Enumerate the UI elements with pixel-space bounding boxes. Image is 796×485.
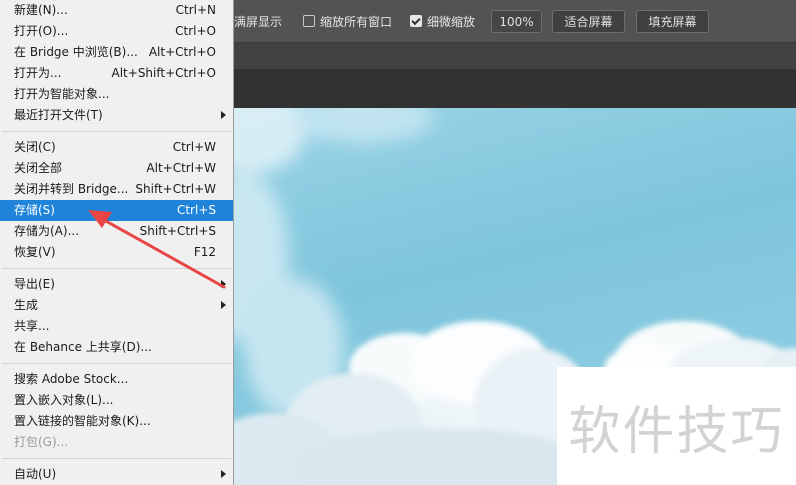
submenu-arrow-icon [221, 301, 226, 309]
submenu-arrow-icon [221, 470, 226, 478]
menu-item-generate[interactable]: 生成 [0, 295, 233, 316]
menu-separator [2, 363, 231, 364]
menu-item-close[interactable]: 关闭(C) Ctrl+W [0, 137, 233, 158]
menu-item-open[interactable]: 打开(O)... Ctrl+O [0, 21, 233, 42]
zoom-percent-field[interactable]: 100% [491, 10, 542, 33]
menu-item-new[interactable]: 新建(N)... Ctrl+N [0, 0, 233, 21]
checkbox-icon[interactable] [303, 15, 315, 27]
menu-item-open-as[interactable]: 打开为... Alt+Shift+Ctrl+O [0, 63, 233, 84]
menu-item-export[interactable]: 导出(E) [0, 274, 233, 295]
menu-item-place-embedded[interactable]: 置入嵌入对象(L)... [0, 390, 233, 411]
menu-item-package: 打包(G)... [14, 435, 69, 449]
menu-item-save-as[interactable]: 存储为(A)... Shift+Ctrl+S [0, 221, 233, 242]
menu-item-recent-files[interactable]: 最近打开文件(T) [0, 105, 233, 126]
menu-item-close-and-go-to-bridge[interactable]: 关闭并转到 Bridge... Shift+Ctrl+W [0, 179, 233, 200]
fullscreen-label: 满屏显示 [234, 14, 283, 29]
menu-item-automate[interactable]: 自动(U) [0, 464, 233, 485]
zoom-all-windows-checkbox[interactable]: 缩放所有窗口 [303, 0, 392, 42]
menu-separator [2, 131, 231, 132]
checkbox-checked-icon[interactable] [410, 15, 422, 27]
menu-item-save[interactable]: 存储(S) Ctrl+S [0, 200, 233, 221]
menu-item-place-linked[interactable]: 置入链接的智能对象(K)... [0, 411, 233, 432]
menu-separator [2, 458, 231, 459]
file-menu: 新建(N)... Ctrl+N 打开(O)... Ctrl+O 在 Bridge… [0, 0, 234, 485]
menu-separator [2, 268, 231, 269]
fill-screen-button[interactable]: 填充屏幕 [636, 10, 709, 33]
menu-item-share[interactable]: 共享... [0, 316, 233, 337]
menu-item-search-adobe-stock[interactable]: 搜索 Adobe Stock... [0, 369, 233, 390]
menu-item-close-all[interactable]: 关闭全部 Alt+Ctrl+W [0, 158, 233, 179]
menu-item-share-on-behance[interactable]: 在 Behance 上共享(D)... [0, 337, 233, 358]
submenu-arrow-icon [221, 111, 226, 119]
submenu-arrow-icon [221, 280, 226, 288]
watermark: 软件技巧 [557, 367, 796, 485]
menu-item-browse-in-bridge[interactable]: 在 Bridge 中浏览(B)... Alt+Ctrl+O [0, 42, 233, 63]
fit-screen-button[interactable]: 适合屏幕 [552, 10, 625, 33]
menu-item-revert[interactable]: 恢复(V) F12 [0, 242, 233, 263]
scrubby-zoom-checkbox[interactable]: 细微缩放 [410, 0, 475, 42]
menu-item-open-as-smart-object[interactable]: 打开为智能对象... [0, 84, 233, 105]
